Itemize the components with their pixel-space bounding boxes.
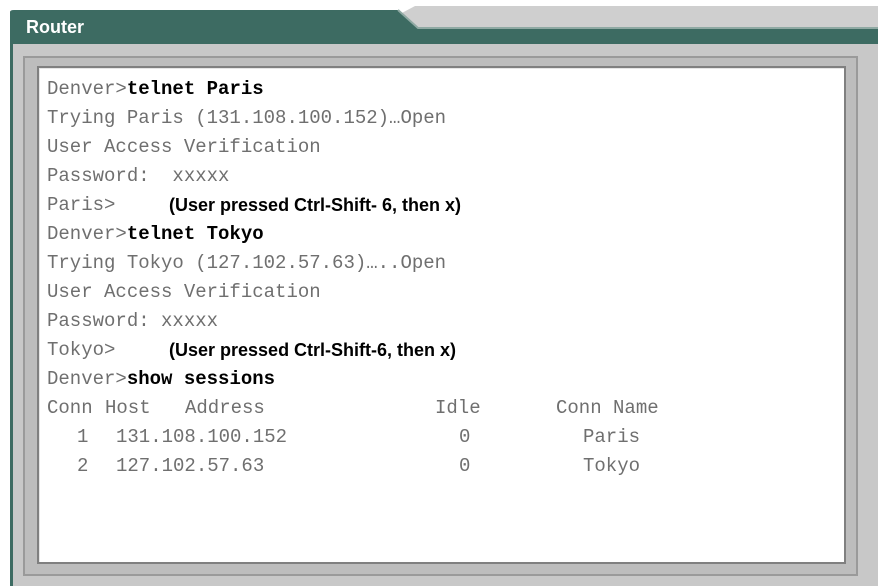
output-text: Trying Paris (131.108.100.152)…Open [47,107,447,129]
output-text: Trying Tokyo (127.102.57.63)…..Open [47,252,447,274]
terminal-line: Trying Paris (131.108.100.152)…Open [47,107,446,129]
table-cell-conn: 1 [77,426,89,448]
terminal-line: Denver>show sessions [47,368,275,390]
router-window: Denver>telnet Paris Trying Paris (131.10… [10,44,878,586]
terminal-line: User Access Verification [47,281,321,303]
terminal-output[interactable]: Denver>telnet Paris Trying Paris (131.10… [37,66,846,564]
output-text: User Access Verification [47,136,321,158]
terminal-line: Denver>telnet Paris [47,78,264,100]
prompt: Tokyo> [47,339,116,361]
terminal-line: Trying Tokyo (127.102.57.63)…..Open [47,252,446,274]
table-cell-address: 127.102.57.63 [116,455,265,477]
table-cell-name: Paris [583,426,641,448]
prompt: Denver> [47,223,127,245]
table-cell-idle: 0 [459,455,471,477]
column-header: Address [185,397,265,419]
terminal-line: Paris> (User pressed Ctrl-Shift- 6, then … [47,194,461,216]
column-header: Host [105,397,151,419]
command: show sessions [126,368,276,390]
terminal-line: Tokyo> (User pressed Ctrl-Shift-6, then x… [47,339,456,361]
window-title: Router [26,17,84,37]
table-cell-conn: 2 [77,455,89,477]
prompt: Paris> [47,194,116,216]
command: telnet Paris [126,78,264,100]
terminal-line: Password: xxxxx [47,165,229,187]
window-tab [0,0,878,50]
terminal-line: Password: xxxxx [47,310,218,332]
command: telnet Tokyo [126,223,264,245]
terminal-line: Denver>telnet Tokyo [47,223,264,245]
prompt: Denver> [47,368,127,390]
output-text: User Access Verification [47,281,321,303]
terminal-line: User Access Verification [47,136,321,158]
annotation-note: (User pressed Ctrl-Shift-6, then x) [169,340,457,360]
column-header: Conn [47,397,93,419]
table-cell-idle: 0 [459,426,471,448]
table-cell-address: 131.108.100.152 [116,426,288,448]
column-header: Conn Name [556,397,659,419]
output-text: Password: xxxxx [47,310,219,332]
window-bevel: Denver>telnet Paris Trying Paris (131.10… [23,56,858,576]
output-text: Password: xxxxx [47,165,230,187]
annotation-note: (User pressed Ctrl-Shift- 6, then x) [169,195,462,215]
table-cell-name: Tokyo [583,455,641,477]
column-header: Idle [435,397,481,419]
prompt: Denver> [47,78,127,100]
